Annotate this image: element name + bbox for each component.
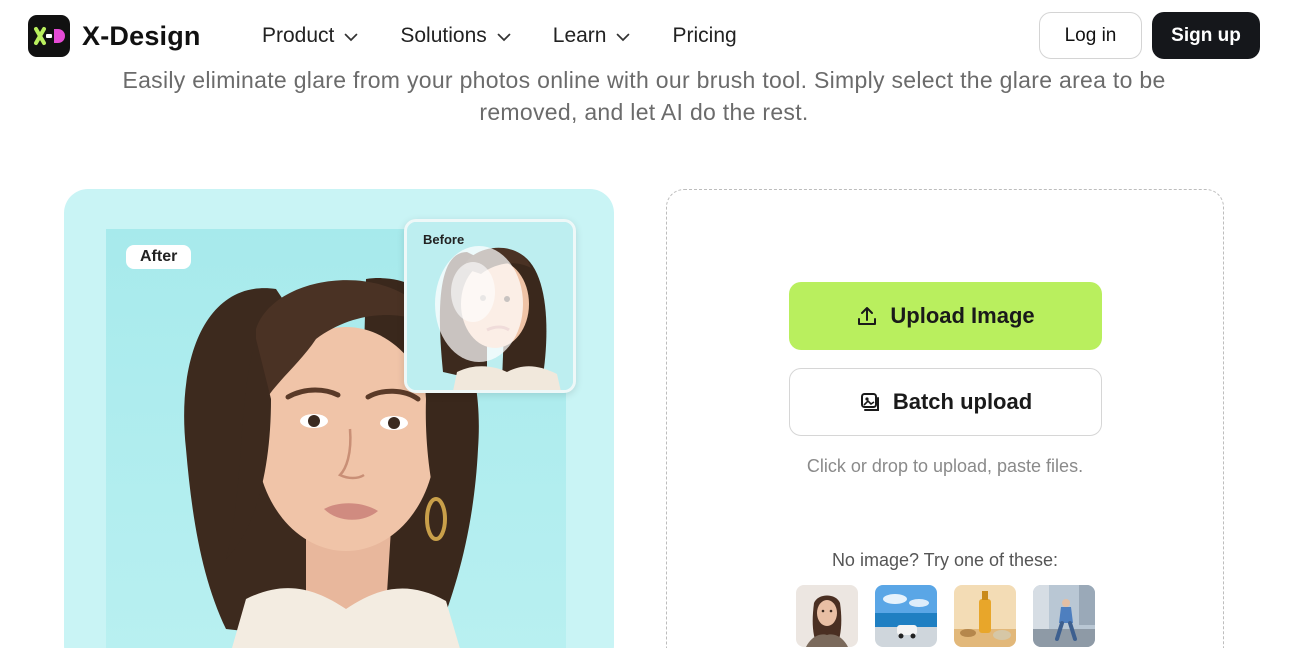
chevron-down-icon — [616, 24, 630, 48]
signup-button[interactable]: Sign up — [1152, 12, 1260, 59]
sample-product-bottle[interactable] — [954, 585, 1016, 647]
nav-label: Solutions — [400, 24, 487, 47]
hero-description: Easily eliminate glare from your photos … — [122, 67, 1166, 125]
chevron-down-icon — [497, 24, 511, 48]
login-button[interactable]: Log in — [1039, 12, 1142, 59]
nav-label: Product — [262, 24, 335, 47]
site-header: X-Design Product Solutions Learn Pricing… — [0, 0, 1300, 72]
main-nav: Product Solutions Learn Pricing — [262, 24, 779, 48]
sample-portrait[interactable] — [796, 585, 858, 647]
sample-images — [796, 585, 1112, 647]
nav-label: Pricing — [672, 24, 737, 47]
nav-item-pricing[interactable]: Pricing — [672, 24, 736, 48]
drop-hint: Click or drop to upload, paste files. — [806, 456, 1084, 476]
nav-item-product[interactable]: Product — [262, 24, 358, 48]
brand-name: X-Design — [82, 20, 201, 51]
sample-car-beach[interactable] — [875, 585, 937, 647]
nav-label: Learn — [552, 24, 607, 47]
batch-upload-label: Batch upload — [892, 389, 1033, 414]
upload-image-label: Upload Image — [890, 303, 1035, 328]
upload-dropzone[interactable]: Upload Image Batch upload Click or drop … — [666, 189, 1224, 648]
x-d-logo-icon — [28, 15, 70, 57]
upload-image-button[interactable]: Upload Image — [789, 282, 1102, 350]
sample-street-woman[interactable] — [1033, 585, 1095, 647]
nav-item-solutions[interactable]: Solutions — [400, 24, 511, 48]
chevron-down-icon — [344, 24, 358, 48]
batch-upload-button[interactable]: Batch upload — [789, 368, 1102, 436]
brand-logo[interactable]: X-Design — [28, 15, 201, 57]
batch-images-icon — [859, 391, 881, 413]
sample-images-heading: No image? Try one of these: — [831, 550, 1059, 570]
before-thumbnail: Before — [404, 219, 576, 393]
after-label: After — [126, 245, 192, 269]
upload-icon — [856, 305, 878, 327]
before-label: Before — [423, 232, 465, 247]
nav-item-learn[interactable]: Learn — [553, 24, 631, 48]
before-after-showcase: After Before — [64, 189, 614, 648]
